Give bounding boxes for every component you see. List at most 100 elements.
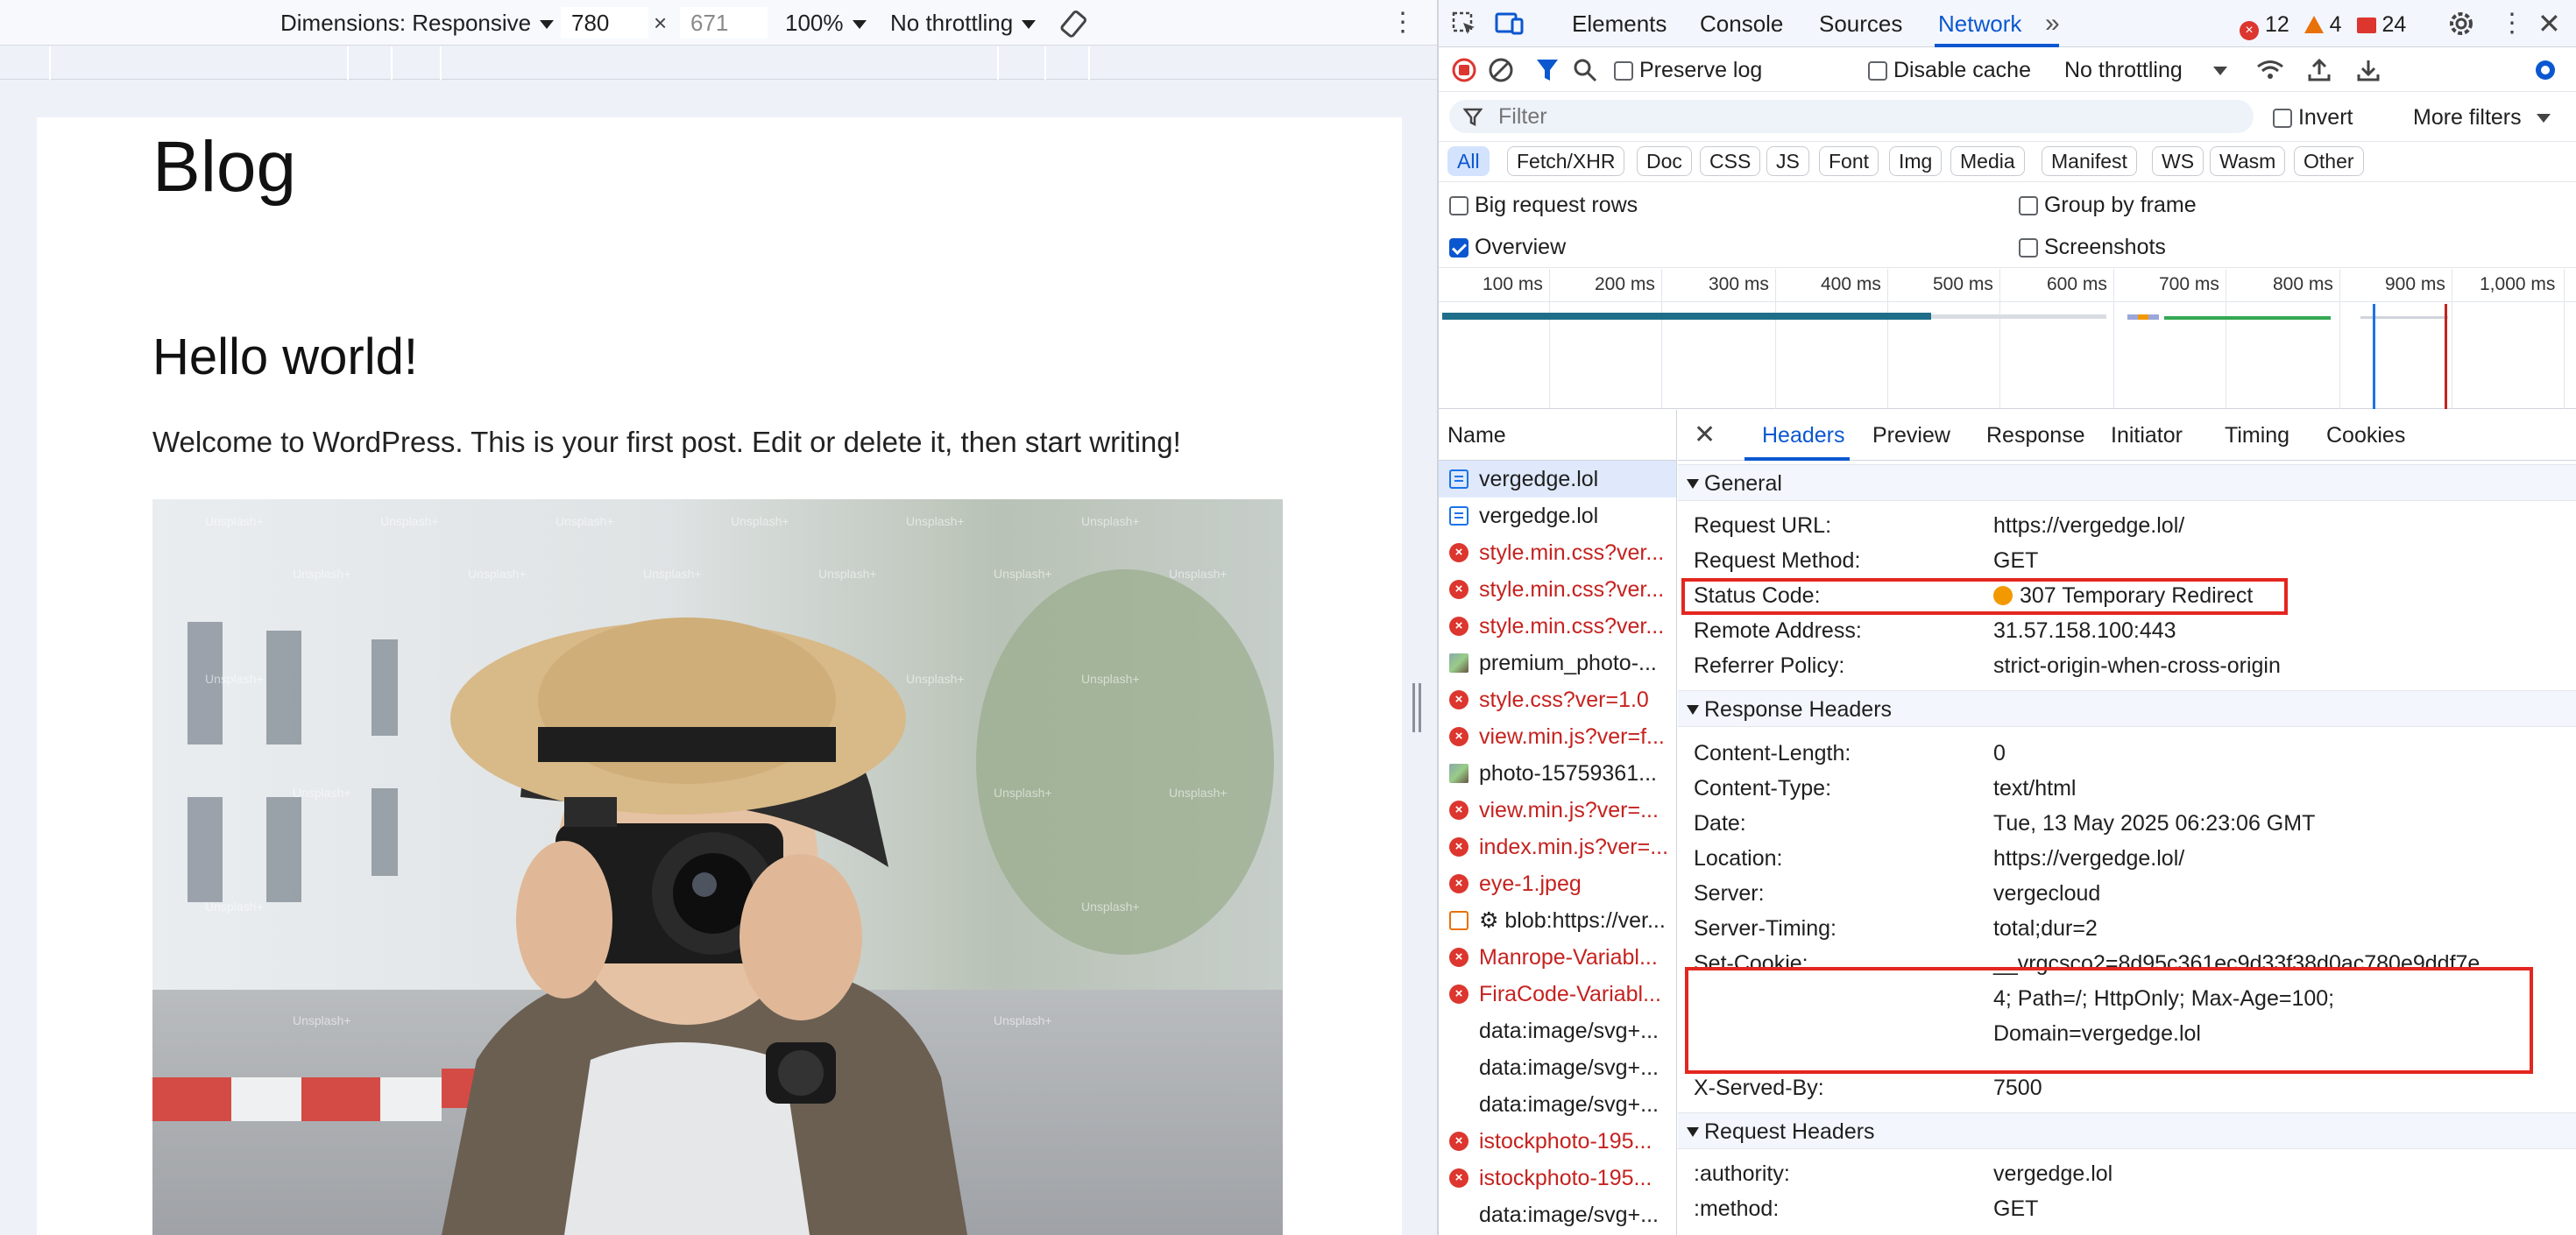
tab-cookies[interactable]: Cookies [2326,410,2405,461]
more-options-icon[interactable]: ⋮ [2499,0,2525,47]
more-tabs-icon[interactable]: » [2045,0,2060,47]
name-column-header[interactable]: Name [1439,410,1676,461]
more-options-icon[interactable]: ⋮ [1390,0,1416,46]
request-row[interactable]: photo-15759361... [1439,755,1676,792]
request-url-value[interactable]: https://vergedge.lol/ [1993,513,2184,539]
request-row[interactable]: vergedge.lol [1439,461,1676,498]
type-filter-all[interactable]: All [1447,146,1490,176]
group-by-frame-checkbox[interactable]: Group by frame [2019,184,2197,226]
request-row[interactable]: ⚙ blob:https://ver... [1439,902,1676,939]
device-toggle-icon[interactable] [1495,11,1525,43]
type-filter-doc[interactable]: Doc [1637,146,1692,176]
resize-handle[interactable] [1412,683,1421,732]
dimensions-label: Dimensions: Responsive [280,10,532,36]
export-har-icon[interactable] [2355,57,2381,89]
request-row[interactable]: × istockphoto-195... [1439,1123,1676,1160]
search-icon[interactable] [1572,57,1598,89]
tab-console[interactable]: Console [1700,0,1783,47]
tab-sources[interactable]: Sources [1819,0,1902,47]
height-input[interactable] [680,7,768,39]
header-value[interactable]: total;dur=2 [1993,916,2098,942]
filter-icon[interactable] [1535,57,1560,89]
request-row[interactable]: × index.min.js?ver=... [1439,829,1676,865]
response-headers-section-header[interactable]: Response Headers [1678,690,2576,727]
tab-headers[interactable]: Headers [1762,410,1845,461]
type-filter-font[interactable]: Font [1819,146,1879,176]
close-icon[interactable]: ✕ [2537,0,2561,47]
request-row[interactable]: × style.min.css?ver... [1439,608,1676,645]
svg-text:Unsplash+: Unsplash+ [293,786,351,800]
width-input[interactable] [561,7,648,39]
type-filter-img[interactable]: Img [1889,146,1943,176]
tab-elements[interactable]: Elements [1572,0,1667,47]
type-filter-other[interactable]: Other [2294,146,2364,176]
header-value[interactable]: text/html [1993,776,2076,801]
request-row[interactable]: × eye-1.jpeg [1439,865,1676,902]
header-value[interactable]: vergecloud [1993,881,2100,907]
clear-icon[interactable] [1488,57,1514,89]
disable-cache-checkbox[interactable]: Disable cache [1868,48,2031,92]
request-row[interactable]: premium_photo-... [1439,645,1676,681]
header-value[interactable]: 0 [1993,741,2006,766]
tab-response[interactable]: Response [1986,410,2085,461]
type-filter-ws[interactable]: WS [2152,146,2204,176]
header-value[interactable]: 7500 [1993,1076,2042,1101]
post-title[interactable]: Hello world! [152,328,418,386]
issues-counter[interactable]: × 12 4 24 [2240,12,2406,40]
tab-network[interactable]: Network [1938,0,2021,47]
blog-title[interactable]: Blog [152,126,296,208]
request-row[interactable]: data:image/svg+... [1439,1196,1676,1233]
request-row[interactable]: data:image/svg+... [1439,1013,1676,1049]
rotate-icon[interactable] [1058,9,1090,38]
inspect-element-icon[interactable] [1451,11,1477,43]
general-section-header[interactable]: General [1678,464,2576,501]
referrer-policy-value[interactable]: strict-origin-when-cross-origin [1993,653,2281,679]
invert-checkbox[interactable]: Invert [2273,93,2353,142]
request-row[interactable]: × style.min.css?ver... [1439,534,1676,571]
header-value[interactable]: GET [1993,1196,2038,1222]
settings-gear-icon[interactable] [2446,9,2476,45]
svg-text:Unsplash+: Unsplash+ [643,567,702,581]
remote-address-value[interactable]: 31.57.158.100:443 [1993,618,2176,644]
header-value[interactable]: https://vergedge.lol/ [1993,846,2184,872]
request-row[interactable]: × view.min.js?ver=... [1439,792,1676,829]
dimensions-dropdown[interactable]: Dimensions: Responsive [280,0,555,46]
record-stop-icon[interactable] [1451,57,1477,89]
header-value[interactable]: vergedge.lol [1993,1161,2112,1187]
import-har-icon[interactable] [2306,57,2332,89]
request-headers-section-header[interactable]: Request Headers [1678,1112,2576,1149]
preserve-log-checkbox[interactable]: Preserve log [1614,48,1762,92]
more-filters-dropdown[interactable]: More filters [2413,93,2551,142]
request-row[interactable]: × view.min.js?ver=f... [1439,718,1676,755]
network-settings-gear-icon[interactable] [2530,55,2560,91]
tab-initiator[interactable]: Initiator [2111,410,2183,461]
type-filter-css[interactable]: CSS [1700,146,1761,176]
request-row[interactable]: × istockphoto-195... [1439,1160,1676,1196]
network-throttling-dropdown[interactable]: No throttling [2064,48,2227,92]
network-overview-timeline[interactable]: 100 ms 200 ms 300 ms 400 ms 500 ms 600 m… [1439,269,2576,409]
type-filter-manifest[interactable]: Manifest [2042,146,2137,176]
overview-checkbox[interactable]: Overview [1449,226,1566,268]
request-row[interactable]: × style.min.css?ver... [1439,571,1676,608]
request-row[interactable]: × style.css?ver=1.0 [1439,681,1676,718]
type-filter-fetch-xhr[interactable]: Fetch/XHR [1507,146,1625,176]
request-method-value[interactable]: GET [1993,548,2038,574]
tab-timing[interactable]: Timing [2225,410,2289,461]
header-value[interactable]: Tue, 13 May 2025 06:23:06 GMT [1993,811,2315,836]
type-filter-wasm[interactable]: Wasm [2210,146,2286,176]
type-filter-js[interactable]: JS [1766,146,1809,176]
screenshots-checkbox[interactable]: Screenshots [2019,226,2166,268]
request-row[interactable]: data:image/svg+... [1439,1086,1676,1123]
tab-preview[interactable]: Preview [1872,410,1950,461]
request-row[interactable]: vergedge.lol [1439,498,1676,534]
throttling-dropdown[interactable]: No throttling [890,0,1037,46]
filter-input[interactable] [1449,100,2254,133]
request-row[interactable]: × Manrope-Variabl... [1439,939,1676,976]
close-details-icon[interactable]: ✕ [1694,410,1716,461]
type-filter-media[interactable]: Media [1950,146,2025,176]
zoom-dropdown[interactable]: 100% [785,0,867,46]
network-conditions-icon[interactable] [2255,57,2285,89]
big-request-rows-checkbox[interactable]: Big request rows [1449,184,1638,226]
request-row[interactable]: × FiraCode-Variabl... [1439,976,1676,1013]
request-row[interactable]: data:image/svg+... [1439,1049,1676,1086]
